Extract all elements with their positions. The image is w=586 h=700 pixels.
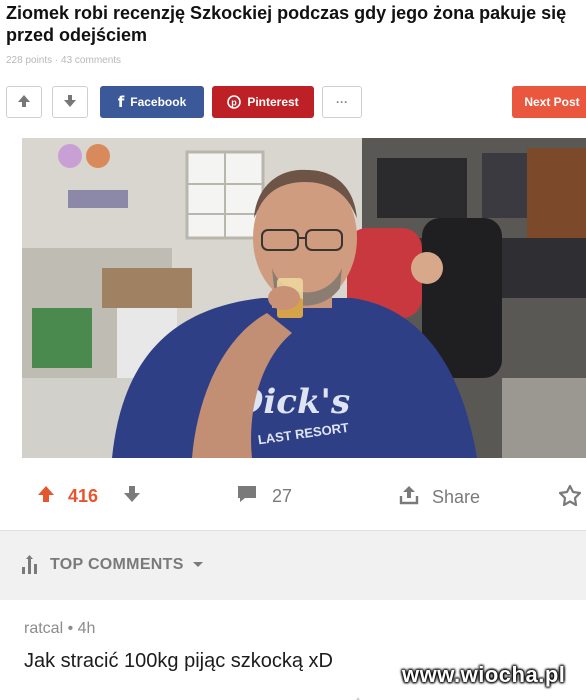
- downvote-action[interactable]: [122, 484, 142, 509]
- comment-reply-icon[interactable]: [350, 692, 366, 700]
- arrow-up-icon: [17, 94, 31, 111]
- arrow-down-icon: [122, 484, 142, 509]
- pinterest-icon: p: [227, 95, 242, 109]
- downvote-button[interactable]: [52, 86, 88, 118]
- post-image[interactable]: Dick's LAST RESORT: [22, 138, 586, 458]
- post-title: Ziomek robi recenzję Szkockiej podczas g…: [6, 3, 567, 45]
- award-icon: [558, 484, 582, 511]
- comments-action[interactable]: 27: [236, 484, 292, 509]
- award-action[interactable]: [558, 484, 582, 511]
- pinterest-share-button[interactable]: p Pinterest: [212, 86, 314, 118]
- facebook-share-button[interactable]: f Facebook: [100, 86, 204, 118]
- comment-item: ratcal • 4h Jak stracić 100kg pijąc szko…: [0, 600, 586, 700]
- watermark: www.wiocha.pl: [402, 662, 566, 687]
- post-meta: 228 points · 43 comments: [6, 55, 122, 66]
- top-comments-label: TOP COMMENTS: [50, 556, 184, 573]
- post-photo-illustration: Dick's LAST RESORT: [22, 138, 586, 458]
- share-label: Share: [432, 487, 481, 507]
- sort-icon: [20, 555, 40, 575]
- upvote-button[interactable]: [6, 86, 42, 118]
- comment-author[interactable]: ratcal • 4h: [24, 620, 95, 638]
- post-actions: 416 27 Share: [0, 470, 586, 522]
- comment-icon: [236, 484, 258, 509]
- pinterest-label: Pinterest: [247, 95, 299, 109]
- upvote-action[interactable]: 416: [36, 484, 98, 509]
- upvote-count: 416: [68, 486, 99, 506]
- post-toolbar: f Facebook p Pinterest ··· Next Post: [6, 86, 586, 118]
- chevron-down-icon: [192, 561, 204, 569]
- share-icon: [398, 484, 420, 511]
- comment-count: 27: [272, 486, 293, 506]
- share-action[interactable]: Share: [398, 484, 480, 511]
- svg-text:p: p: [232, 98, 238, 108]
- comment-text: Jak stracić 100kg pijąc szkocką xD: [24, 650, 334, 672]
- top-comments-sort[interactable]: TOP COMMENTS: [20, 555, 204, 575]
- facebook-icon: f: [117, 93, 125, 111]
- next-post-button[interactable]: Next Post: [512, 86, 586, 118]
- facebook-label: Facebook: [130, 95, 187, 109]
- arrow-down-icon: [63, 94, 77, 111]
- top-comments-header: TOP COMMENTS: [0, 530, 586, 600]
- arrow-up-icon: [36, 484, 56, 509]
- more-options-button[interactable]: ···: [322, 86, 362, 118]
